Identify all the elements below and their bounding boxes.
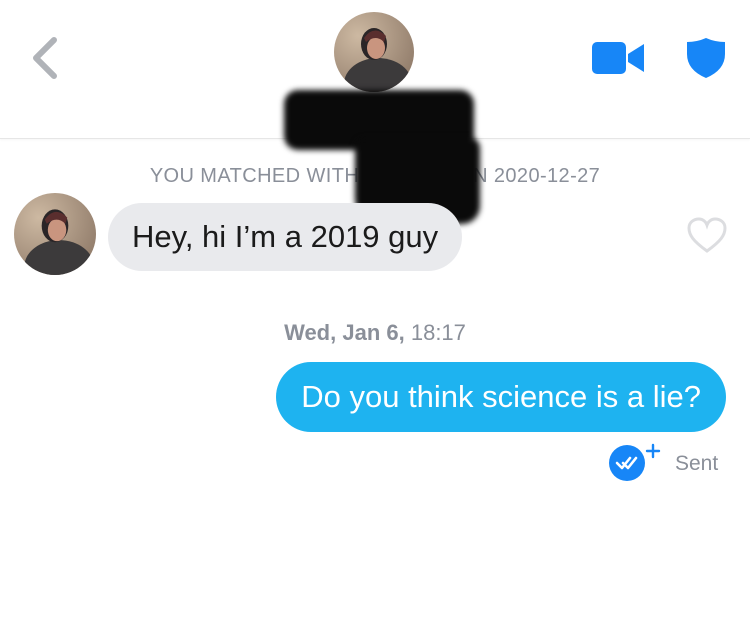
- safety-toolkit-button[interactable]: [685, 36, 727, 80]
- shield-icon: [687, 38, 725, 78]
- video-camera-icon: [592, 42, 644, 74]
- timestamp-day: Wed, Jan 6,: [284, 320, 405, 345]
- delivery-status: Sent: [675, 452, 719, 475]
- back-button[interactable]: [26, 34, 66, 82]
- incoming-message-bubble[interactable]: Hey, hi I’m a 2019 guy: [108, 203, 463, 271]
- avatar-photo: [14, 193, 96, 275]
- double-check-plus-icon: [609, 443, 661, 481]
- read-receipt[interactable]: [607, 441, 663, 483]
- match-avatar[interactable]: [334, 12, 414, 92]
- video-call-button[interactable]: [591, 40, 647, 76]
- message-timestamp: Wed, Jan 6, 18:17: [0, 320, 750, 346]
- avatar-photo: [334, 12, 414, 92]
- like-message-button[interactable]: [687, 217, 727, 255]
- heart-outline-icon: [687, 217, 727, 253]
- chevron-left-icon: [33, 37, 57, 79]
- chat-header: [0, 0, 750, 150]
- match-notice-prefix: YOU MATCHED WITH: [149, 165, 366, 187]
- outgoing-message-bubble[interactable]: Do you think science is a lie?: [276, 362, 726, 432]
- sender-avatar[interactable]: [14, 193, 96, 275]
- timestamp-time: 18:17: [410, 320, 466, 345]
